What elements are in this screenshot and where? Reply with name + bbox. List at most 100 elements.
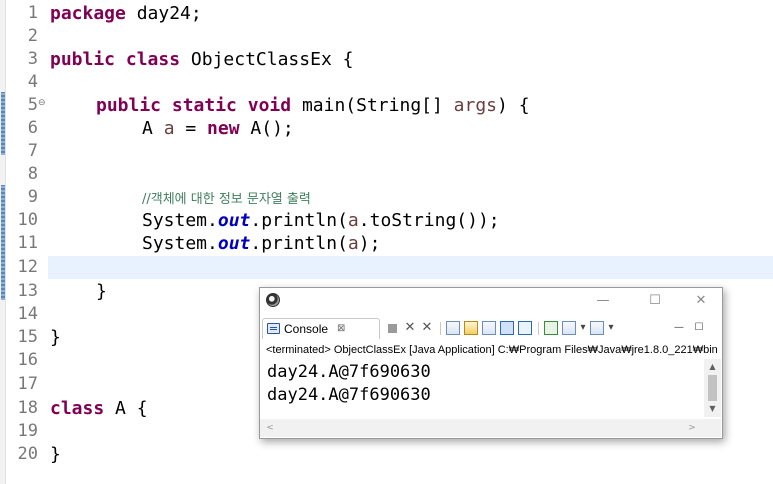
- keyword: class: [50, 398, 105, 419]
- pin-console-icon[interactable]: [544, 321, 558, 335]
- eclipse-icon: [266, 293, 280, 307]
- scrollbar-corner: [704, 419, 721, 437]
- code-text: System.: [142, 233, 218, 254]
- remove-launch-icon[interactable]: ✕: [403, 321, 417, 335]
- comment: //객체에 대한 정보 문자열 출력: [142, 192, 311, 207]
- console-toolbar: Console ⊠ ✕ ✕ ▾ ▾ — ☐: [260, 317, 722, 339]
- code-text: A {: [104, 398, 148, 419]
- open-console-icon[interactable]: [590, 321, 604, 335]
- maximize-button[interactable]: ☐: [638, 291, 672, 311]
- local-variable: a: [163, 118, 175, 139]
- static-field: out: [217, 210, 251, 231]
- terminate-icon[interactable]: [388, 324, 397, 333]
- toolbar-separator: [440, 322, 441, 335]
- chevron-down-icon[interactable]: ▾: [604, 321, 618, 335]
- change-marker: [1, 185, 5, 300]
- word-wrap-icon[interactable]: [482, 321, 496, 335]
- code-line-5[interactable]: public static void main(String[] args) {: [96, 94, 530, 117]
- keyword: public: [96, 95, 162, 116]
- line-number: 10: [17, 210, 38, 230]
- close-button[interactable]: ✕: [684, 291, 718, 311]
- keyword: package: [50, 3, 126, 24]
- tab-console[interactable]: Console ⊠: [262, 318, 380, 339]
- horizontal-scrollbar[interactable]: < >: [260, 419, 704, 437]
- line-number: 8: [27, 164, 38, 184]
- line-number: 17: [17, 374, 38, 394]
- line-number: 12: [17, 257, 38, 277]
- local-variable: a: [347, 233, 359, 254]
- line-number: 4: [27, 72, 38, 92]
- display-selected-console-icon[interactable]: [562, 321, 576, 335]
- console-output[interactable]: day24.A@7f690630 day24.A@7f690630: [260, 359, 704, 417]
- scroll-left-icon[interactable]: <: [262, 419, 278, 437]
- parameter: args: [453, 95, 498, 116]
- remove-all-terminated-icon[interactable]: ✕: [420, 321, 434, 335]
- view-maximize-icon[interactable]: ☐: [692, 321, 706, 335]
- local-variable: a: [347, 210, 359, 231]
- line-number: 14: [17, 304, 38, 324]
- tab-label: Console: [284, 322, 329, 336]
- code-line-15[interactable]: }: [50, 326, 61, 349]
- line-number: 6: [27, 118, 38, 138]
- code-text: =: [174, 118, 208, 139]
- scroll-up-icon[interactable]: ▲: [704, 361, 721, 373]
- keyword: class: [125, 49, 181, 70]
- line-number: 1: [27, 3, 38, 23]
- line-number: 18: [17, 398, 38, 418]
- code-text: A();: [239, 118, 294, 139]
- overview-ruler: [0, 0, 6, 484]
- show-on-stderr-icon[interactable]: [518, 321, 532, 335]
- line-number: 3: [27, 49, 38, 69]
- keyword: static: [171, 95, 237, 116]
- console-window[interactable]: — ☐ ✕ Console ⊠ ✕ ✕ ▾ ▾ — ☐ <terminated>…: [259, 287, 723, 439]
- chevron-down-icon[interactable]: ▾: [576, 321, 590, 335]
- keyword: void: [247, 95, 292, 116]
- output-line: day24.A@7f690630: [267, 362, 431, 382]
- code-text: System.: [142, 210, 218, 231]
- keyword: new: [207, 118, 240, 139]
- line-number: 19: [17, 421, 38, 441]
- minimize-button[interactable]: —: [586, 291, 620, 311]
- show-on-stdout-icon[interactable]: [500, 321, 514, 335]
- close-icon[interactable]: ⊠: [337, 321, 345, 337]
- window-titlebar[interactable]: — ☐ ✕: [260, 288, 722, 315]
- toolbar-separator: [538, 322, 539, 335]
- scroll-lock-icon[interactable]: [464, 321, 478, 335]
- line-number: 11: [17, 233, 38, 253]
- current-line-highlight: [48, 256, 773, 279]
- change-marker: [1, 92, 5, 155]
- console-icon: [267, 323, 280, 334]
- output-line: day24.A@7f690630: [267, 385, 431, 405]
- clear-console-icon[interactable]: [446, 321, 460, 335]
- code-line-10[interactable]: System.out.println(a.toString());: [142, 209, 500, 232]
- code-text: .toString());: [358, 210, 500, 231]
- code-text: ObjectClassEx {: [180, 49, 354, 70]
- code-line-18[interactable]: class A {: [50, 397, 148, 420]
- code-text: main(String[]: [291, 95, 454, 116]
- view-minimize-icon[interactable]: —: [672, 321, 686, 335]
- scroll-right-icon[interactable]: >: [684, 419, 700, 437]
- scrollbar-thumb[interactable]: [708, 375, 717, 401]
- code-text: day24;: [125, 3, 202, 24]
- code-line-6[interactable]: A a = new A();: [142, 117, 294, 140]
- vertical-scrollbar[interactable]: ▲ ▼: [704, 359, 721, 417]
- code-text: A: [142, 118, 164, 139]
- code-text: .println(: [250, 210, 348, 231]
- code-line-9[interactable]: //객체에 대한 정보 문자열 출력: [142, 186, 311, 211]
- line-number: 16: [17, 350, 38, 370]
- code-line-11[interactable]: System.out.println(a);: [142, 232, 380, 255]
- code-line-1[interactable]: package day24;: [50, 2, 202, 25]
- line-number: 13: [17, 281, 38, 301]
- static-field: out: [217, 233, 251, 254]
- code-text: .println(: [250, 233, 348, 254]
- code-line-13[interactable]: }: [96, 280, 107, 303]
- line-number: 5: [27, 95, 38, 115]
- code-line-20[interactable]: }: [50, 443, 61, 466]
- code-line-3[interactable]: public class ObjectClassEx {: [50, 48, 353, 71]
- line-number: 2: [27, 26, 38, 46]
- scroll-down-icon[interactable]: ▼: [704, 403, 721, 415]
- code-text: );: [358, 233, 381, 254]
- fold-toggle-icon[interactable]: ⊖: [38, 98, 46, 108]
- keyword: public: [50, 49, 116, 70]
- line-number: 7: [27, 141, 38, 161]
